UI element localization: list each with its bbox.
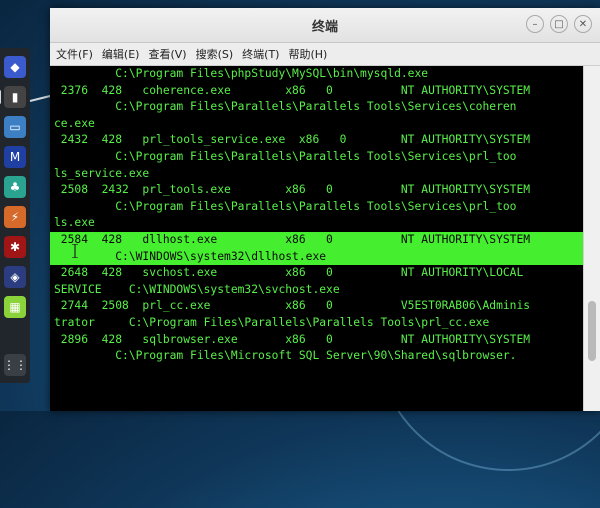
close-icon[interactable]: ✕ — [574, 15, 592, 33]
terminal-line: trator C:\Program Files\Parallels\Parall… — [54, 315, 490, 329]
terminal-line: 2432 428 prl_tools_service.exe x86 0 NT … — [54, 133, 531, 147]
minimize-icon[interactable]: – — [526, 15, 544, 33]
app-icon-teal[interactable]: ♣ — [4, 176, 26, 198]
terminal-line: SERVICE C:\WINDOWS\system32\svchost.exe — [54, 282, 340, 296]
maximize-icon[interactable]: □ — [550, 15, 568, 33]
terminal-output[interactable]: C:\Program Files\phpStudy\MySQL\bin\mysq… — [50, 66, 588, 411]
terminal-line: 2896 428 sqlbrowser.exe x86 0 NT AUTHORI… — [54, 332, 531, 346]
scrollbar-thumb[interactable] — [588, 301, 596, 361]
active-app-indicator — [0, 90, 1, 104]
menu-file[interactable]: 文件(F) — [56, 46, 93, 62]
terminal-line: 2648 428 svchost.exe x86 0 NT AUTHORITY\… — [54, 266, 524, 280]
terminal-line: 2376 428 coherence.exe x86 0 NT AUTHORIT… — [54, 83, 531, 97]
terminal-line: C:\Program Files\Microsoft SQL Server\90… — [54, 349, 517, 363]
app-grid-icon[interactable]: ⋮⋮ — [3, 354, 27, 376]
terminal-line: C:\Program Files\phpStudy\MySQL\bin\mysq… — [54, 67, 429, 80]
app-icon-red[interactable]: ✱ — [4, 236, 26, 258]
terminal-line: ce.exe — [54, 116, 95, 130]
window-title: 终端 — [311, 19, 338, 35]
text-cursor-icon — [72, 244, 78, 258]
terminal-line: 2744 2508 prl_cc.exe x86 0 V5EST0RAB06\A… — [54, 299, 531, 313]
terminal-line: C:\Program Files\Parallels\Parallels Too… — [54, 149, 517, 163]
app-icon-blue[interactable]: ◆ — [4, 56, 26, 78]
terminal-line: C:\WINDOWS\system32\dllhost.exe — [50, 248, 588, 266]
terminal-line: 2508 2432 prl_tools.exe x86 0 NT AUTHORI… — [54, 183, 531, 197]
menu-help[interactable]: 帮助(H) — [288, 46, 327, 62]
app-dock: ◆ ▮ ▭ M ♣ ⚡ ✱ ◈ ▦ ⋮⋮ — [0, 48, 30, 383]
terminal-scrollbar[interactable] — [583, 66, 600, 411]
terminal-line: ls.exe — [54, 216, 95, 230]
terminal-line: ls_service.exe — [54, 166, 150, 180]
terminal-icon[interactable]: ▮ — [4, 86, 26, 108]
terminal-line: C:\Program Files\Parallels\Parallels Too… — [54, 199, 517, 213]
terminal-line: C:\Program Files\Parallels\Parallels Too… — [54, 100, 517, 114]
menu-edit[interactable]: 编辑(E) — [102, 46, 140, 62]
menubar: 文件(F) 编辑(E) 查看(V) 搜索(S) 终端(T) 帮助(H) — [50, 43, 600, 66]
window-titlebar[interactable]: 终端 – □ ✕ — [50, 8, 600, 43]
metasploit-icon[interactable]: M — [4, 146, 26, 168]
app-icon-navy[interactable]: ◈ — [4, 266, 26, 288]
terminal-window: 终端 – □ ✕ 文件(F) 编辑(E) 查看(V) 搜索(S) 终端(T) 帮… — [50, 8, 600, 411]
app-icon-green[interactable]: ▦ — [4, 296, 26, 318]
terminal-line: 2584 428 dllhost.exe x86 0 NT AUTHORITY\… — [50, 231, 588, 249]
menu-search[interactable]: 搜索(S) — [196, 46, 234, 62]
menu-view[interactable]: 查看(V) — [148, 46, 186, 62]
folder-icon[interactable]: ▭ — [4, 116, 26, 138]
flash-icon[interactable]: ⚡ — [4, 206, 26, 228]
menu-terminal[interactable]: 终端(T) — [242, 46, 279, 62]
